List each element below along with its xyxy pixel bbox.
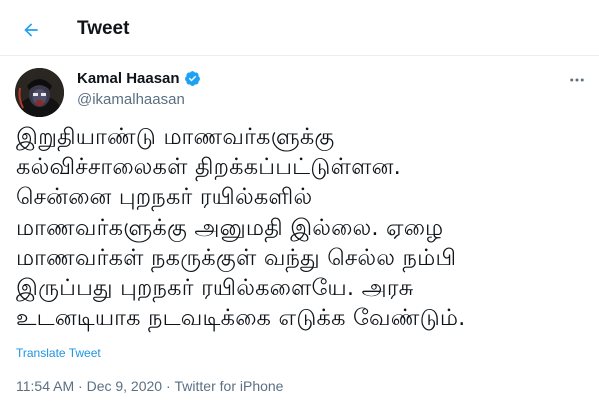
page-title: Tweet	[77, 18, 130, 39]
tweet-header: Tweet	[0, 0, 599, 56]
tweet-source[interactable]: Twitter for iPhone	[175, 378, 284, 394]
tweet-time[interactable]: 11:54 AM	[16, 378, 74, 394]
back-button[interactable]	[14, 13, 48, 47]
author-handle[interactable]: @ikamalhaasan	[77, 91, 185, 108]
author-name-row[interactable]: Kamal Haasan	[77, 70, 201, 87]
author-name[interactable]: Kamal Haasan	[77, 70, 180, 87]
tweet-text: இறுதியாண்டு மாணவர்களுக்கு கல்விச்சாலைகள்…	[16, 124, 466, 332]
tweet-metadata: 11:54 AM · Dec 9, 2020 · Twitter for iPh…	[16, 378, 283, 394]
verified-badge-icon	[184, 71, 200, 86]
meta-separator: ·	[162, 378, 175, 394]
more-options-button[interactable]	[565, 68, 589, 92]
more-options-icon	[570, 78, 584, 82]
translate-tweet-link[interactable]: Translate Tweet	[16, 346, 101, 360]
arrow-left-icon	[24, 23, 38, 37]
meta-separator: ·	[74, 378, 87, 394]
avatar-image	[15, 68, 64, 117]
author-avatar[interactable]	[15, 68, 64, 117]
tweet-date[interactable]: Dec 9, 2020	[87, 378, 163, 394]
